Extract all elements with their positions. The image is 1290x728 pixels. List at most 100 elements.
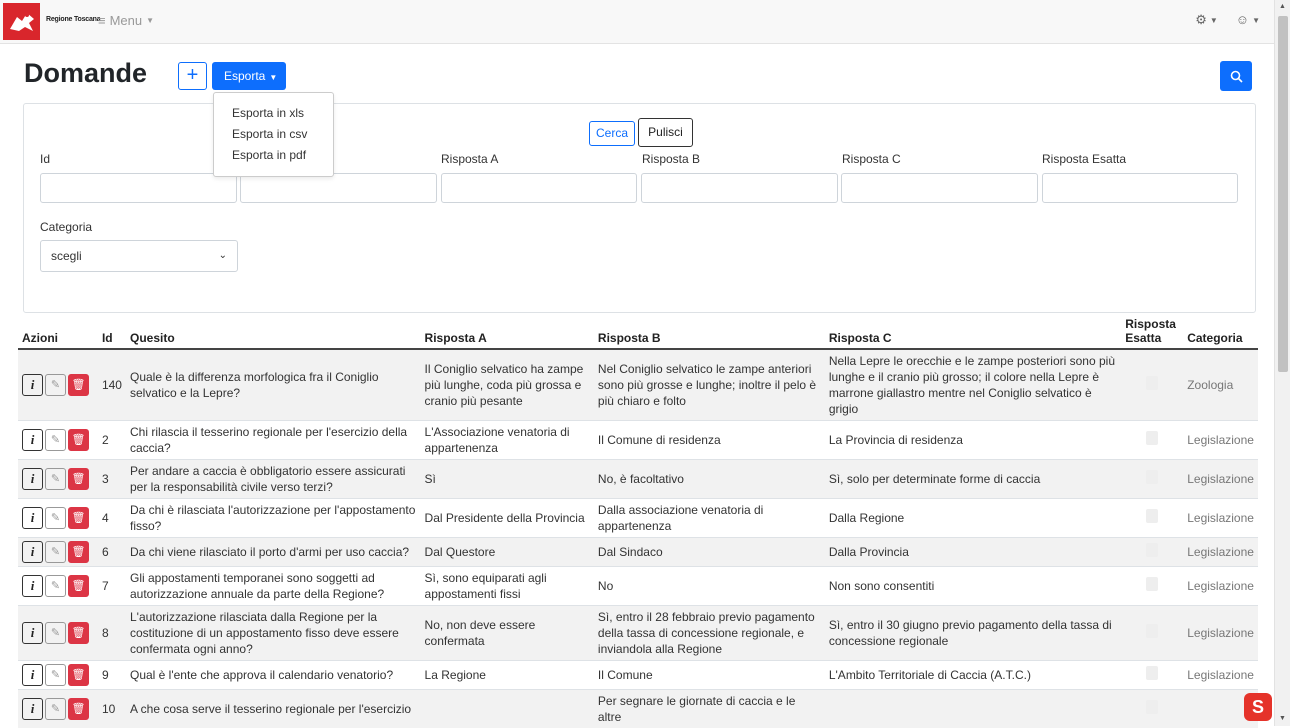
cell-risposta-a: Il Coniglio selvatico ha zampe più lungh…	[421, 349, 594, 421]
table-row[interactable]: i✎🗑140Quale è la differenza morfologica …	[18, 349, 1258, 421]
cell-risposta-a: L'Associazione venatoria di appartenenza	[421, 421, 594, 460]
category-select[interactable]: scegli⌄	[40, 240, 238, 272]
edit-pencil-icon[interactable]: ✎	[45, 698, 66, 720]
search-icon	[1230, 70, 1243, 83]
cell-risposta-esatta	[1121, 538, 1183, 567]
export-pdf-item[interactable]: Esporta in pdf	[214, 145, 333, 166]
cell-quesito: Per andare a caccia è obbligatorio esser…	[126, 460, 421, 499]
add-button[interactable]: +	[178, 62, 207, 90]
settings-menu[interactable]: ⚙▼	[1195, 12, 1218, 28]
cell-risposta-esatta	[1121, 606, 1183, 661]
scroll-down-icon[interactable]: ▼	[1279, 715, 1286, 722]
cell-risposta-b: Sì, entro il 28 febbraio previo pagament…	[594, 606, 825, 661]
row-actions: i✎🗑	[18, 499, 98, 538]
col-azioni: Azioni	[18, 314, 98, 349]
edit-pencil-icon[interactable]: ✎	[45, 664, 66, 686]
info-icon[interactable]: i	[22, 575, 43, 597]
edit-pencil-icon[interactable]: ✎	[45, 507, 66, 529]
user-menu[interactable]: ☺▼	[1236, 12, 1260, 28]
export-button[interactable]: Esporta▼	[212, 62, 286, 90]
info-icon[interactable]: i	[22, 698, 43, 720]
risposta-esatta-input[interactable]	[1042, 173, 1238, 203]
delete-trash-icon[interactable]: 🗑	[68, 698, 89, 720]
risposta-b-input[interactable]	[641, 173, 838, 203]
row-actions: i✎🗑	[18, 460, 98, 499]
cell-risposta-b: Il Comune	[594, 661, 825, 690]
caret-down-icon: ▼	[146, 16, 154, 25]
export-csv-item[interactable]: Esporta in csv	[214, 124, 333, 145]
user-circle-icon: ☺	[1236, 12, 1249, 27]
filter-label-risposta-a: Risposta A	[441, 152, 498, 166]
info-icon[interactable]: i	[22, 664, 43, 686]
table-row[interactable]: i✎🗑6Da chi viene rilasciato il porto d'a…	[18, 538, 1258, 567]
cell-risposta-c: Sì, solo per determinate forme di caccia	[825, 460, 1121, 499]
support-widget-button[interactable]: S	[1244, 693, 1272, 721]
caret-down-icon: ▼	[269, 73, 277, 82]
cell-id: 3	[98, 460, 126, 499]
table-row[interactable]: i✎🗑9Qual è l'ente che approva il calenda…	[18, 661, 1258, 690]
id-input[interactable]	[40, 173, 237, 203]
table-row[interactable]: i✎🗑10A che cosa serve il tesserino regio…	[18, 690, 1258, 728]
info-icon[interactable]: i	[22, 429, 43, 451]
delete-trash-icon[interactable]: 🗑	[68, 429, 89, 451]
row-actions: i✎🗑	[18, 567, 98, 606]
delete-trash-icon[interactable]: 🗑	[68, 575, 89, 597]
info-icon[interactable]: i	[22, 374, 43, 396]
page-scrollbar[interactable]: ▲ ▼	[1274, 0, 1290, 726]
col-id: Id	[98, 314, 126, 349]
table-row[interactable]: i✎🗑7Gli appostamenti temporanei sono sog…	[18, 567, 1258, 606]
search-button[interactable]: Cerca	[589, 121, 635, 146]
export-xls-item[interactable]: Esporta in xls	[214, 103, 333, 124]
delete-trash-icon[interactable]: 🗑	[68, 507, 89, 529]
table-row[interactable]: i✎🗑3Per andare a caccia è obbligatorio e…	[18, 460, 1258, 499]
edit-pencil-icon[interactable]: ✎	[45, 575, 66, 597]
clear-button[interactable]: Pulisci	[638, 118, 693, 147]
table-row[interactable]: i✎🗑2Chi rilascia il tesserino regionale …	[18, 421, 1258, 460]
info-icon[interactable]: i	[22, 622, 43, 644]
cell-quesito: L'autorizzazione rilasciata dalla Region…	[126, 606, 421, 661]
cell-risposta-b: No	[594, 567, 825, 606]
edit-pencil-icon[interactable]: ✎	[45, 541, 66, 563]
risposta-c-input[interactable]	[841, 173, 1038, 203]
cell-categoria: Legislazione	[1183, 538, 1258, 567]
cell-categoria: Legislazione	[1183, 661, 1258, 690]
info-icon[interactable]: i	[22, 468, 43, 490]
edit-pencil-icon[interactable]: ✎	[45, 429, 66, 451]
row-actions: i✎🗑	[18, 606, 98, 661]
menu-toggle[interactable]: ≡ Menu ▼	[98, 13, 154, 28]
edit-pencil-icon[interactable]: ✎	[45, 622, 66, 644]
delete-trash-icon[interactable]: 🗑	[68, 541, 89, 563]
cell-risposta-esatta	[1121, 690, 1183, 728]
cell-risposta-c: L'Ambito Territoriale di Caccia (A.T.C.)	[825, 661, 1121, 690]
cell-risposta-c: Dalla Regione	[825, 499, 1121, 538]
cell-risposta-a: La Regione	[421, 661, 594, 690]
cell-risposta-a: Dal Questore	[421, 538, 594, 567]
delete-trash-icon[interactable]: 🗑	[68, 468, 89, 490]
cell-risposta-esatta	[1121, 421, 1183, 460]
cell-risposta-b: Per segnare le giornate di caccia e le a…	[594, 690, 825, 728]
cell-quesito: A che cosa serve il tesserino regionale …	[126, 690, 421, 728]
answer-marker	[1146, 577, 1158, 591]
delete-trash-icon[interactable]: 🗑	[68, 664, 89, 686]
answer-marker	[1146, 543, 1158, 557]
delete-trash-icon[interactable]: 🗑	[68, 622, 89, 644]
edit-pencil-icon[interactable]: ✎	[45, 374, 66, 396]
edit-pencil-icon[interactable]: ✎	[45, 468, 66, 490]
table-row[interactable]: i✎🗑8L'autorizzazione rilasciata dalla Re…	[18, 606, 1258, 661]
filter-label-risposta-esatta: Risposta Esatta	[1042, 152, 1126, 166]
info-icon[interactable]: i	[22, 507, 43, 529]
search-toggle-button[interactable]	[1220, 61, 1252, 91]
caret-down-icon: ▼	[1252, 16, 1260, 25]
scrollbar-thumb[interactable]	[1278, 16, 1288, 372]
chevron-down-icon: ⌄	[219, 241, 227, 271]
regione-toscana-logo[interactable]	[3, 3, 40, 40]
export-dropdown: Esporta in xls Esporta in csv Esporta in…	[213, 92, 334, 177]
quesito-input[interactable]	[240, 173, 437, 203]
table-row[interactable]: i✎🗑4Da chi è rilasciata l'autorizzazione…	[18, 499, 1258, 538]
scroll-up-icon[interactable]: ▲	[1279, 3, 1286, 10]
cell-quesito: Gli appostamenti temporanei sono soggett…	[126, 567, 421, 606]
info-icon[interactable]: i	[22, 541, 43, 563]
delete-trash-icon[interactable]: 🗑	[68, 374, 89, 396]
hamburger-icon: ≡	[98, 13, 106, 28]
risposta-a-input[interactable]	[441, 173, 637, 203]
